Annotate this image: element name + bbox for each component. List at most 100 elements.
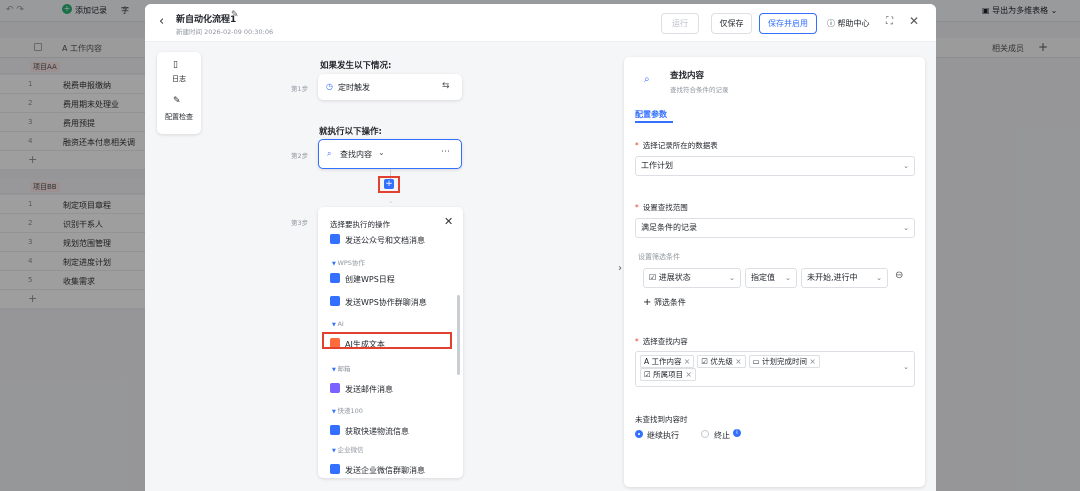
arrow-down-icon: ⌄ xyxy=(388,197,394,205)
menu-section: ▼ 快递100 xyxy=(332,405,363,415)
stop-label[interactable]: 终止 xyxy=(714,430,730,441)
tag-list: A 工作内容 × ☑ 优先级 × ▭ 计划完成时间 × ☑ 所属项目 × xyxy=(640,355,910,381)
plus-icon: + xyxy=(643,297,652,308)
more-icon[interactable]: ⋯ xyxy=(441,147,450,157)
range-label-text: 设置查找范围 xyxy=(642,203,688,212)
action-icon xyxy=(330,296,340,306)
remove-tag-icon[interactable]: × xyxy=(809,357,815,366)
content-select[interactable]: A 工作内容 × ☑ 优先级 × ▭ 计划完成时间 × ☑ 所属项目 × ⌄ xyxy=(635,351,915,387)
field-icon: ☑ xyxy=(644,370,651,379)
chevron-down-icon: ⌄ xyxy=(729,274,735,282)
tab-config[interactable]: 配置参数 xyxy=(635,109,667,120)
check-icon[interactable]: ✎ xyxy=(173,96,181,106)
menu-item-label: 创建WPS日程 xyxy=(345,275,395,284)
menu-scrollbar[interactable] xyxy=(457,295,460,375)
remove-tag-icon[interactable]: × xyxy=(686,370,692,379)
content-label: * 选择查找内容 xyxy=(635,337,688,346)
content-tag[interactable]: ☑ 所属项目 × xyxy=(640,368,696,381)
checkbox-field-icon: ☑ xyxy=(649,273,657,282)
menu-item-label: 发送企业微信群聊消息 xyxy=(345,466,425,475)
close-icon[interactable]: ✕ xyxy=(909,14,919,28)
menu-close-icon[interactable]: ✕ xyxy=(444,215,453,228)
filter-op-select[interactable]: 指定值 ⌄ xyxy=(745,268,797,288)
chevron-down-icon: ⌄ xyxy=(903,224,909,232)
help-icon: ⓘ xyxy=(827,19,835,28)
search-record-icon: ⌕ xyxy=(327,149,332,158)
dialog-header: ‹ 新自动化流程1 ✎ 新建时间 2026-02-09 00:30:06 运行 … xyxy=(145,4,936,42)
menu-item[interactable]: 创建WPS日程 xyxy=(330,273,395,285)
config-panel: › ⌕ 查找内容 查找符合条件的记录 配置参数 * 选择记录所在的数据表 工作计划… xyxy=(618,57,925,487)
menu-section: ▼ AI xyxy=(332,320,344,328)
tab-indicator xyxy=(635,121,673,123)
action-icon xyxy=(330,464,340,474)
back-icon[interactable]: ‹ xyxy=(159,14,164,29)
menu-item[interactable]: 获取快递物流信息 xyxy=(330,425,409,437)
menu-item[interactable]: 发送企业微信群聊消息 xyxy=(330,464,425,476)
remove-tag-icon[interactable]: × xyxy=(684,357,690,366)
save-button[interactable]: 仅保存 xyxy=(711,13,752,34)
radio-continue[interactable] xyxy=(635,430,643,438)
flow-title[interactable]: 新自动化流程1 xyxy=(176,12,236,25)
menu-section-label: AI xyxy=(337,320,344,328)
tag-label: 所属项目 xyxy=(653,370,684,379)
content-tag[interactable]: A 工作内容 × xyxy=(640,355,695,368)
log-icon[interactable]: ▯ xyxy=(173,60,178,70)
menu-item[interactable]: 发送邮件消息 xyxy=(330,383,393,395)
filter-label: 设置筛选条件 xyxy=(638,253,680,261)
action-icon xyxy=(330,425,340,435)
step3-label: 第3步 xyxy=(291,219,309,227)
fullscreen-icon[interactable]: ⛶ xyxy=(886,16,893,27)
filter-value-select[interactable]: 未开始,进行中 ⌄ xyxy=(801,268,888,288)
trigger-card[interactable]: ◷ 定时触发 ⇆ xyxy=(318,74,462,100)
range-select[interactable]: 满足条件的记录 ⌄ xyxy=(635,218,915,238)
save-enable-button[interactable]: 保存并启用 xyxy=(759,13,817,34)
step1-label: 第1步 xyxy=(291,85,309,93)
menu-item[interactable]: 发送公众号和文档消息 xyxy=(330,234,425,246)
add-filter-button[interactable]: + 筛选条件 xyxy=(643,297,686,308)
add-step-button[interactable]: + xyxy=(384,179,394,189)
menu-item[interactable]: 发送WPS协作群聊消息 xyxy=(330,296,427,308)
notfound-label: 未查找到内容时 xyxy=(635,415,688,424)
range-label: * 设置查找范围 xyxy=(635,203,688,212)
edit-icon[interactable]: ✎ xyxy=(231,10,239,20)
filter-op-value: 指定值 xyxy=(751,273,775,282)
clock-icon: ◷ xyxy=(326,82,333,91)
action-icon xyxy=(330,273,340,283)
field-icon: ▭ xyxy=(752,357,760,366)
field-icon: A xyxy=(644,357,650,366)
info-icon[interactable]: i xyxy=(733,429,741,437)
chevron-down-icon[interactable]: ⌄ xyxy=(378,148,385,157)
menu-title: 选择要执行的操作 xyxy=(330,220,390,229)
automation-dialog: ‹ 新自动化流程1 ✎ 新建时间 2026-02-09 00:30:06 运行 … xyxy=(145,4,936,491)
help-label: 帮助中心 xyxy=(837,19,870,28)
menu-section-label: 邮箱 xyxy=(337,365,351,373)
switch-icon[interactable]: ⇆ xyxy=(442,81,450,91)
menu-section-label: 快递100 xyxy=(337,407,363,415)
check-label[interactable]: 配置检查 xyxy=(157,112,201,122)
menu-item-label: 获取快递物流信息 xyxy=(345,427,409,436)
content-tag[interactable]: ▭ 计划完成时间 × xyxy=(748,355,820,368)
remove-tag-icon[interactable]: × xyxy=(735,357,741,366)
remove-filter-icon[interactable]: ⊖ xyxy=(895,270,903,281)
add-filter-label: 筛选条件 xyxy=(653,298,686,307)
table-value: 工作计划 xyxy=(641,161,673,170)
action-card[interactable]: ⌕ 查找内容 ⌄ ⋯ xyxy=(318,139,462,169)
run-button[interactable]: 运行 xyxy=(661,13,699,34)
menu-section-label: WPS协作 xyxy=(337,259,365,267)
step2-label: 第2步 xyxy=(291,152,309,160)
range-value: 满足条件的记录 xyxy=(641,223,697,232)
content-label-text: 选择查找内容 xyxy=(642,337,688,346)
content-tag[interactable]: ☑ 优先级 × xyxy=(697,355,746,368)
filter-field-select[interactable]: ☑ 进展状态 ⌄ xyxy=(643,268,741,288)
table-select[interactable]: 工作计划 ⌄ xyxy=(635,156,915,176)
menu-section: ▼ 邮箱 xyxy=(332,363,350,373)
menu-section: ▼ 企业微信 xyxy=(332,444,363,454)
filter-value: 未开始,进行中 xyxy=(807,273,858,282)
continue-label[interactable]: 继续执行 xyxy=(647,430,679,441)
help-button[interactable]: ⓘ 帮助中心 xyxy=(827,18,870,29)
collapse-icon[interactable]: › xyxy=(618,263,622,274)
action-heading: 就执行以下操作: xyxy=(319,127,382,137)
radio-stop[interactable] xyxy=(701,430,709,438)
ai-item-highlight xyxy=(322,332,452,349)
log-label[interactable]: 日志 xyxy=(157,74,201,84)
